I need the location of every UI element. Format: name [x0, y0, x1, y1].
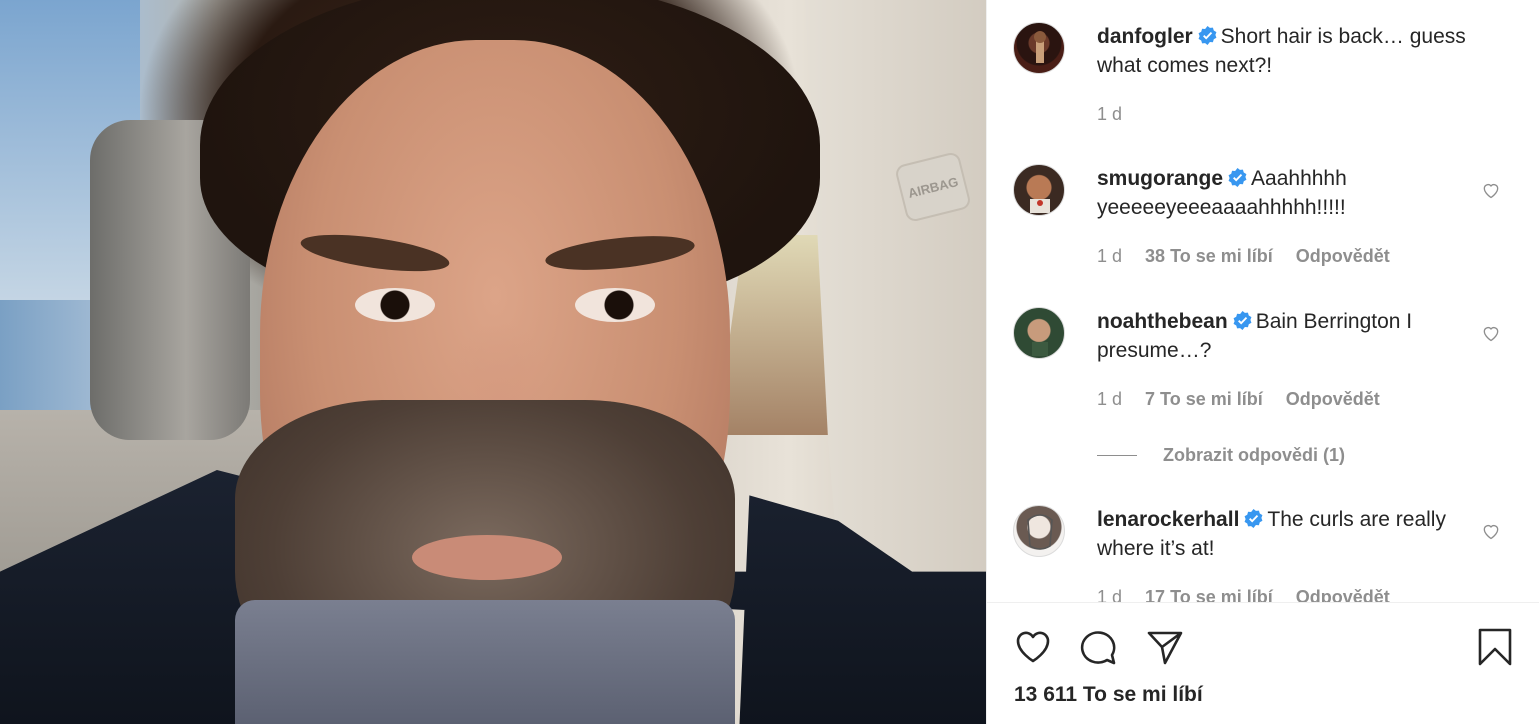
paper-plane-icon[interactable]: [1145, 627, 1185, 667]
avatar[interactable]: [1013, 505, 1065, 557]
verified-badge-icon: [1233, 311, 1252, 330]
comment-meta: 1 d 7 To se mi líbí Odpovědět: [1097, 389, 1398, 410]
photo-eye-right: [575, 288, 655, 322]
comment-likes[interactable]: 7 To se mi líbí: [1145, 389, 1263, 409]
post-like-count[interactable]: 13 611 To se mi líbí: [1014, 683, 1203, 707]
comment-likes[interactable]: 17 To se mi líbí: [1145, 587, 1273, 602]
comment-time[interactable]: 1 d: [1097, 246, 1122, 266]
comment-time[interactable]: 1 d: [1097, 389, 1122, 409]
comments-list[interactable]: danfogler Short hair is back… guess what …: [987, 0, 1539, 602]
comment-username[interactable]: smugorange: [1097, 167, 1223, 190]
post-photo[interactable]: AIRBAG: [0, 0, 986, 724]
comment-like-icon[interactable]: [1481, 180, 1501, 200]
photo-eye-left: [355, 288, 435, 322]
photo-scarf: [235, 600, 735, 724]
comment-username[interactable]: noahthebean: [1097, 310, 1228, 333]
caption-time[interactable]: 1 d: [1097, 104, 1122, 124]
verified-badge-icon: [1228, 168, 1247, 187]
verified-badge-icon: [1198, 26, 1217, 45]
comment-like-icon[interactable]: [1481, 521, 1501, 541]
verified-badge-icon: [1244, 509, 1263, 528]
view-replies-label: Zobrazit odpovědi (1): [1163, 445, 1345, 465]
post-actions-bar: 13 611 To se mi líbí: [987, 602, 1539, 724]
avatar[interactable]: [1013, 22, 1065, 74]
view-replies-button[interactable]: Zobrazit odpovědi (1): [1097, 445, 1345, 466]
comment-username[interactable]: lenarockerhall: [1097, 508, 1239, 531]
avatar[interactable]: [1013, 164, 1065, 216]
comment-meta: 1 d 38 To se mi líbí Odpovědět: [1097, 246, 1408, 267]
post-side-panel: danfogler Short hair is back… guess what …: [986, 0, 1539, 724]
reply-button[interactable]: Odpovědět: [1296, 246, 1390, 266]
reply-button[interactable]: Odpovědět: [1296, 587, 1390, 602]
caption-username[interactable]: danfogler: [1097, 25, 1193, 48]
comment-time[interactable]: 1 d: [1097, 587, 1122, 602]
bookmark-icon[interactable]: [1475, 627, 1515, 667]
comment-like-icon[interactable]: [1481, 323, 1501, 343]
photo-mouth: [412, 535, 562, 580]
comment-bubble-icon[interactable]: [1079, 627, 1119, 667]
avatar[interactable]: [1013, 307, 1065, 359]
heart-icon[interactable]: [1013, 627, 1053, 667]
reply-button[interactable]: Odpovědět: [1286, 389, 1380, 409]
comment-meta: 1 d 17 To se mi líbí Odpovědět: [1097, 587, 1408, 602]
comment-likes[interactable]: 38 To se mi líbí: [1145, 246, 1273, 266]
caption-meta: 1 d: [1097, 104, 1140, 125]
replies-divider: [1097, 455, 1137, 456]
